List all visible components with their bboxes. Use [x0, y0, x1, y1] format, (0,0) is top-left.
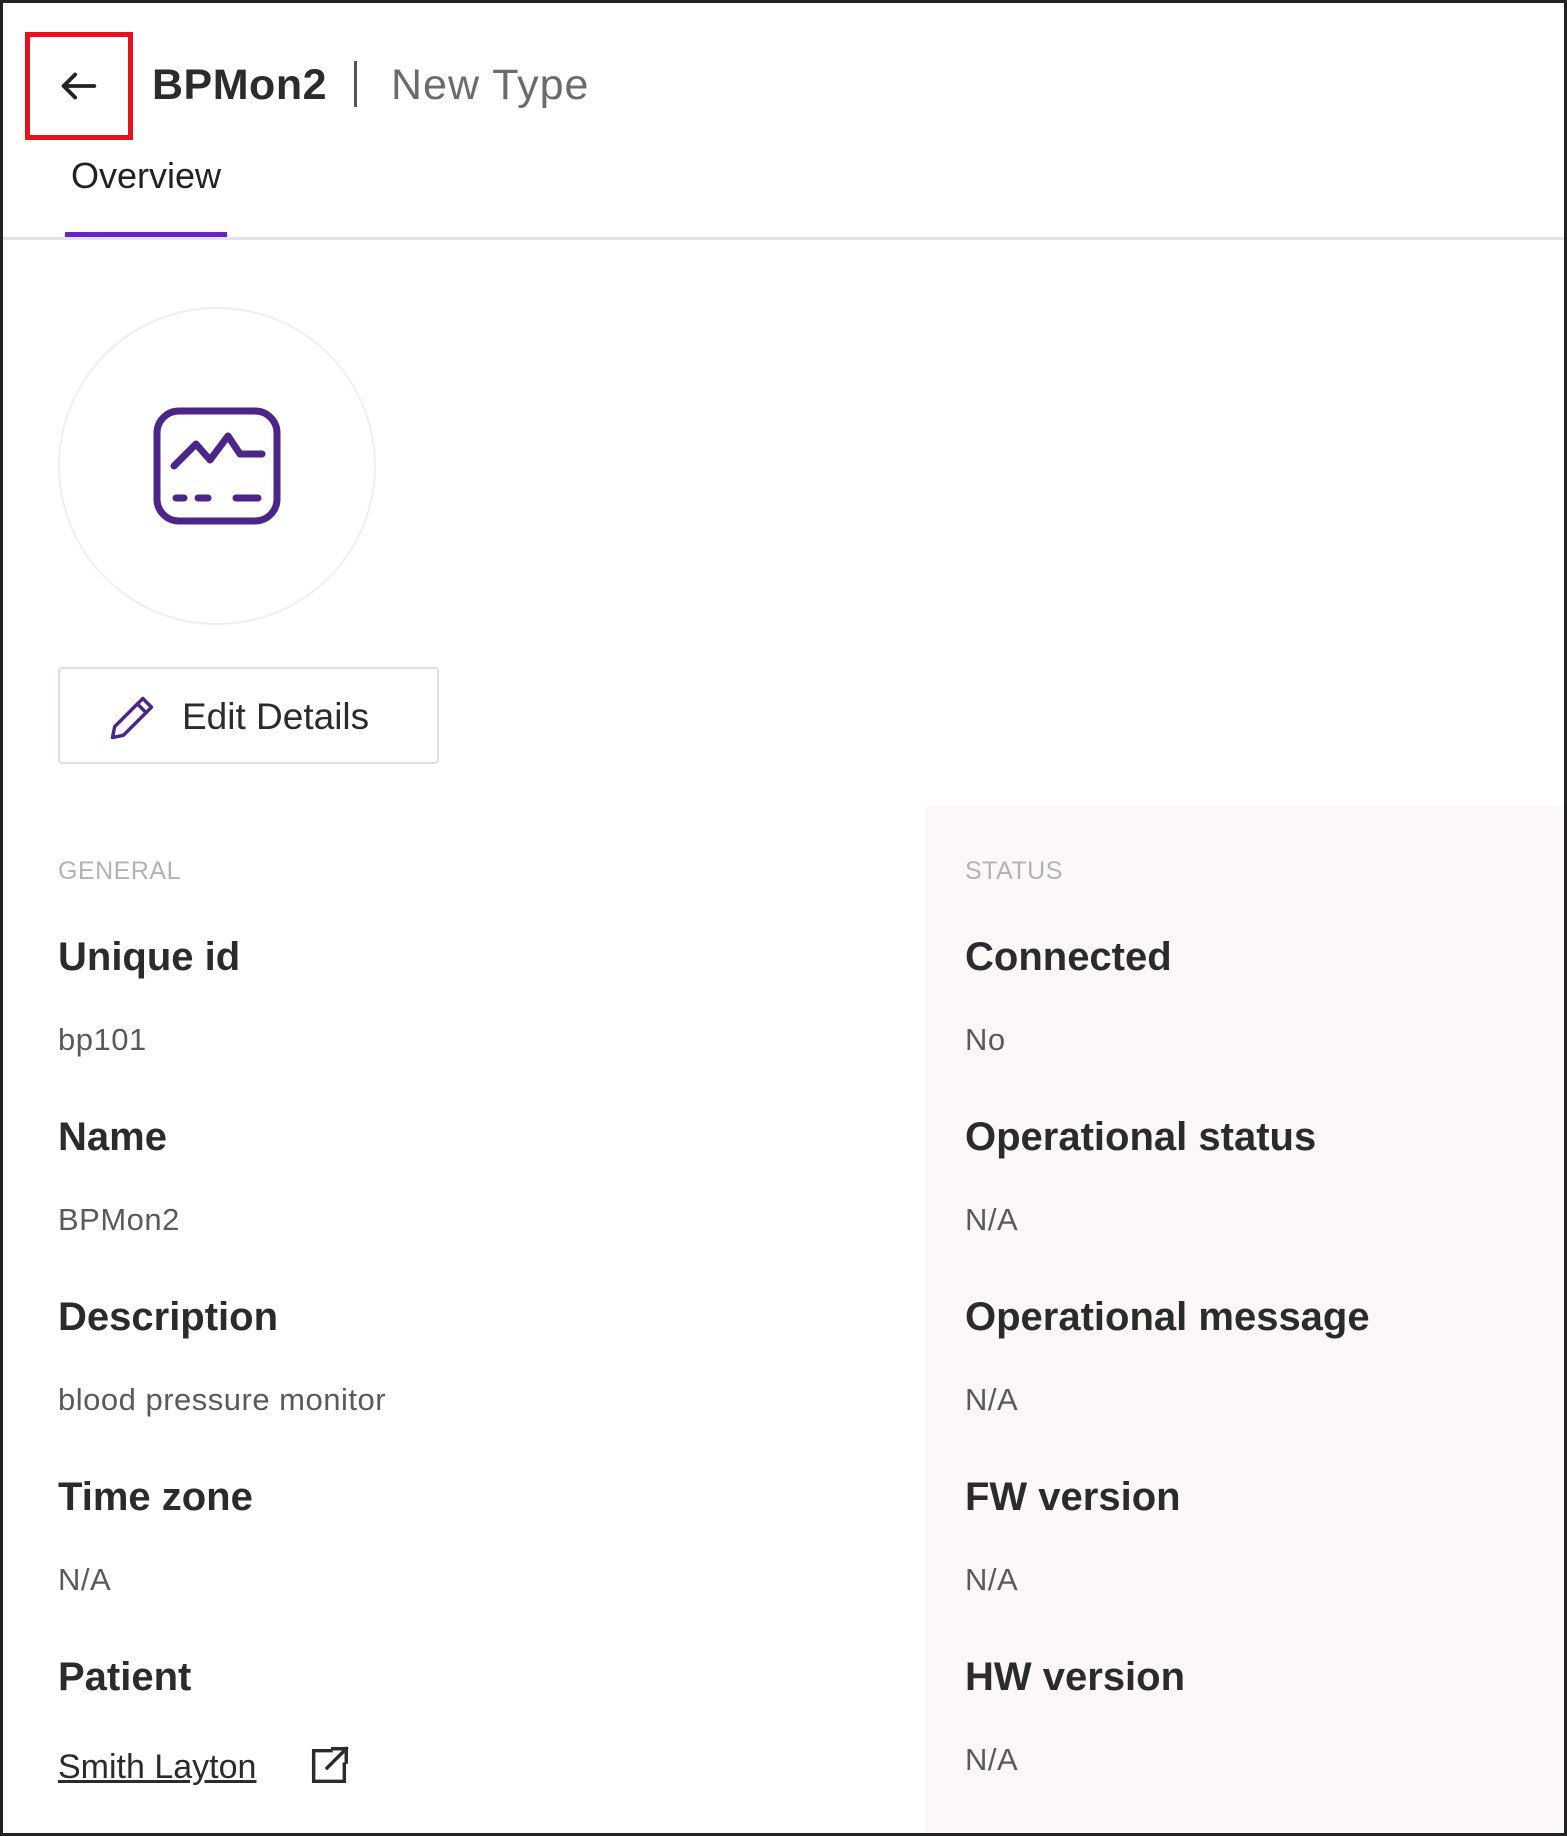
title-separator: [354, 61, 357, 107]
operational-status-value: N/A: [965, 1202, 1019, 1237]
tab-overview[interactable]: Overview: [65, 151, 227, 237]
name-value: BPMon2: [58, 1202, 180, 1237]
general-section-title: GENERAL: [58, 857, 181, 885]
patient-link[interactable]: Smith Layton: [58, 1745, 256, 1789]
connected-value: No: [965, 1022, 1006, 1057]
status-section-title: STATUS: [965, 857, 1063, 885]
external-link-icon[interactable]: [306, 1743, 352, 1789]
back-button[interactable]: [25, 32, 133, 140]
fw-version-value: N/A: [965, 1562, 1019, 1597]
time-zone-value: N/A: [58, 1562, 112, 1597]
operational-status-label: Operational status: [965, 1115, 1317, 1159]
patient-label: Patient: [58, 1655, 192, 1699]
device-type-subtitle: New Type: [391, 61, 590, 109]
arrow-left-icon: [61, 72, 97, 100]
tabs-divider: [3, 237, 1564, 240]
name-label: Name: [58, 1115, 167, 1159]
device-avatar: [58, 307, 376, 625]
unique-id-label: Unique id: [58, 935, 241, 979]
edit-details-label: Edit Details: [182, 696, 370, 737]
monitor-waveform-icon: [153, 407, 281, 525]
hw-version-value: N/A: [965, 1742, 1019, 1777]
time-zone-label: Time zone: [58, 1475, 253, 1519]
edit-details-button[interactable]: Edit Details: [58, 667, 439, 764]
fw-version-label: FW version: [965, 1475, 1181, 1519]
description-value: blood pressure monitor: [58, 1382, 387, 1417]
operational-message-label: Operational message: [965, 1295, 1370, 1339]
operational-message-value: N/A: [965, 1382, 1019, 1417]
device-details-page: BPMon2 New Type Overview Edit Details GE…: [0, 0, 1567, 1836]
pencil-icon: [110, 696, 154, 740]
connected-label: Connected: [965, 935, 1172, 979]
unique-id-value: bp101: [58, 1022, 147, 1057]
hw-version-label: HW version: [965, 1655, 1186, 1699]
description-label: Description: [58, 1295, 279, 1339]
page-title: BPMon2: [152, 61, 327, 109]
